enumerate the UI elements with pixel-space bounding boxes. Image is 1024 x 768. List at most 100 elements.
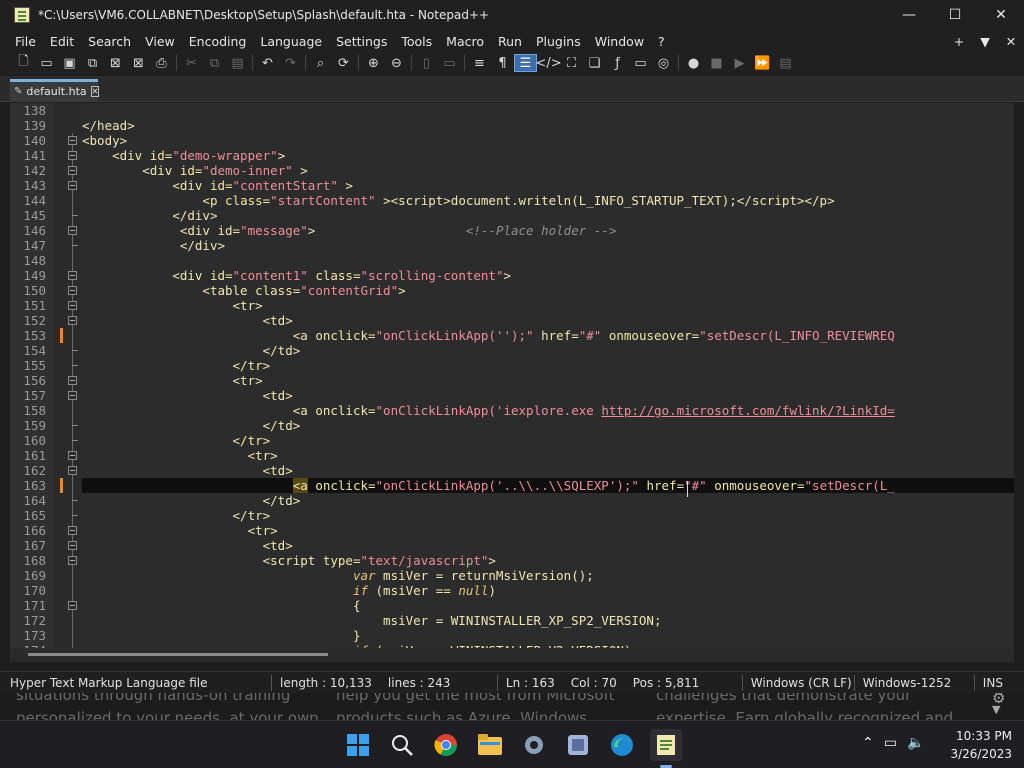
- code-line[interactable]: </td>: [82, 418, 301, 433]
- code-line[interactable]: <td>: [82, 463, 293, 478]
- code-line[interactable]: <tr>: [82, 298, 263, 313]
- zoom-out-icon[interactable]: ⊖: [385, 54, 408, 72]
- paste-icon[interactable]: ▤: [226, 54, 249, 72]
- menu-tools[interactable]: Tools: [394, 34, 439, 49]
- doc-list-icon[interactable]: ❏: [583, 54, 606, 72]
- chevron-up-icon[interactable]: ⌃: [862, 735, 874, 751]
- close-window-button[interactable]: ✕: [978, 0, 1024, 30]
- code-line[interactable]: {: [82, 598, 361, 613]
- code-line[interactable]: <td>: [82, 538, 293, 553]
- horizontal-scrollbar[interactable]: [10, 648, 1014, 662]
- code-line[interactable]: </head>: [82, 118, 135, 133]
- code-line[interactable]: </tr>: [82, 358, 271, 373]
- code-line[interactable]: <tr>: [82, 373, 263, 388]
- save-macro-icon[interactable]: ▤: [774, 54, 797, 72]
- find-icon[interactable]: ⌕: [309, 54, 332, 72]
- menu-plugins[interactable]: Plugins: [529, 34, 588, 49]
- menu-encoding[interactable]: Encoding: [182, 34, 254, 49]
- code-line[interactable]: msiVer = WININSTALLER_XP_SP2_VERSION;: [82, 613, 661, 628]
- fold-toggle[interactable]: [68, 226, 77, 235]
- code-line[interactable]: </tr>: [82, 508, 271, 523]
- code-line[interactable]: <td>: [82, 388, 293, 403]
- tab-close-button[interactable]: ✕: [90, 86, 100, 97]
- status-mode[interactable]: INS: [975, 675, 1011, 691]
- menu-language[interactable]: Language: [253, 34, 329, 49]
- tab-default-hta[interactable]: ✎ default.hta ✕: [10, 79, 100, 101]
- sync-h-icon[interactable]: ▭: [438, 54, 461, 72]
- code-line[interactable]: <td>: [82, 313, 293, 328]
- stop-macro-icon[interactable]: ■: [705, 54, 728, 72]
- code-line[interactable]: <a onclick="onClickLinkApp('..\\..\\SQLE…: [82, 478, 895, 493]
- fold-toggle[interactable]: [68, 286, 77, 295]
- code-line[interactable]: if (msiVer == null): [82, 583, 496, 598]
- save-icon[interactable]: ▣: [58, 54, 81, 72]
- app-button[interactable]: [562, 729, 594, 761]
- code-line[interactable]: var msiVer = returnMsiVersion();: [82, 568, 594, 583]
- code-line[interactable]: </td>: [82, 493, 301, 508]
- new-file-icon[interactable]: 🗋: [12, 54, 35, 72]
- scrollbar-thumb[interactable]: [28, 653, 328, 656]
- record-macro-icon[interactable]: ●: [682, 54, 705, 72]
- fold-toggle[interactable]: [68, 376, 77, 385]
- code-line[interactable]: <div id="demo-wrapper">: [82, 148, 285, 163]
- fold-toggle[interactable]: [68, 181, 77, 190]
- menu-file[interactable]: File: [8, 34, 43, 49]
- volume-icon[interactable]: 🔈: [907, 735, 924, 751]
- redo-icon[interactable]: ↷: [279, 54, 302, 72]
- cut-icon[interactable]: ✂: [180, 54, 203, 72]
- new-tab-button[interactable]: +: [946, 34, 972, 49]
- code-line[interactable]: <a onclick="onClickLinkApp('');" href="#…: [82, 328, 895, 343]
- code-editor[interactable]: 138 139 140 141 142 143 144 145 146 147 148 149 150 1…: [10, 103, 1014, 648]
- monitor-icon[interactable]: ▭: [629, 54, 652, 72]
- edge-button[interactable]: [606, 729, 638, 761]
- menu-search[interactable]: Search: [81, 34, 138, 49]
- menu-settings[interactable]: Settings: [329, 34, 394, 49]
- fold-toggle[interactable]: [68, 166, 77, 175]
- screenshot-icon[interactable]: ◎: [652, 54, 675, 72]
- code-area[interactable]: </head> <body> <div id="demo-wrapper"> <d…: [82, 103, 1014, 648]
- print-icon[interactable]: ⎙: [150, 54, 173, 72]
- save-all-icon[interactable]: ⧉: [81, 54, 104, 72]
- notepad-plus-plus-taskbar-button[interactable]: [650, 729, 682, 761]
- code-line[interactable]: <table class="contentGrid">: [82, 283, 405, 298]
- fold-toggle[interactable]: [68, 151, 77, 160]
- minimize-button[interactable]: —: [886, 0, 932, 30]
- code-line[interactable]: <div id="contentStart" >: [82, 178, 353, 193]
- status-encoding[interactable]: Windows-1252: [855, 674, 975, 691]
- code-line[interactable]: </div>: [82, 208, 217, 223]
- tab-list-button[interactable]: ▼: [972, 34, 998, 49]
- fold-toggle[interactable]: [68, 391, 77, 400]
- clock[interactable]: 10:33 PM 3/26/2023: [950, 727, 1012, 763]
- sync-v-icon[interactable]: ▯: [415, 54, 438, 72]
- close-icon[interactable]: ⊠: [104, 54, 127, 72]
- fold-toggle[interactable]: [68, 301, 77, 310]
- fold-toggle[interactable]: [68, 466, 77, 475]
- code-line[interactable]: <a onclick="onClickLinkApp('iexplore.exe…: [82, 403, 895, 418]
- maximize-button[interactable]: ☐: [932, 0, 978, 30]
- close-all-icon[interactable]: ⊠: [127, 54, 150, 72]
- code-line[interactable]: </div>: [82, 238, 225, 253]
- code-line[interactable]: <div id="demo-inner" >: [82, 163, 308, 178]
- copy-icon[interactable]: ⧉: [203, 54, 226, 72]
- chrome-button[interactable]: [430, 729, 462, 761]
- code-line[interactable]: <p class="startContent" ><script>documen…: [82, 193, 834, 208]
- all-chars-icon[interactable]: ¶: [491, 54, 514, 72]
- fold-toggle[interactable]: [68, 556, 77, 565]
- indent-guide-icon[interactable]: ☰: [514, 54, 537, 72]
- doc-map-icon[interactable]: ⛶: [560, 54, 583, 72]
- fold-toggle[interactable]: [68, 541, 77, 550]
- replace-icon[interactable]: ⟳: [332, 54, 355, 72]
- status-eol[interactable]: Windows (CR LF): [743, 674, 855, 691]
- network-icon[interactable]: ▭: [884, 735, 897, 751]
- zoom-in-icon[interactable]: ⊕: [362, 54, 385, 72]
- search-button[interactable]: [386, 729, 418, 761]
- menu-help[interactable]: ?: [651, 34, 672, 49]
- code-line[interactable]: <div id="content1" class="scrolling-cont…: [82, 268, 511, 283]
- menu-view[interactable]: View: [138, 34, 182, 49]
- file-explorer-button[interactable]: [474, 729, 506, 761]
- code-line[interactable]: <script type="text/javascript">: [82, 553, 496, 568]
- fold-toggle[interactable]: [68, 136, 77, 145]
- code-line[interactable]: <tr>: [82, 448, 278, 463]
- fold-toggle[interactable]: [68, 271, 77, 280]
- menu-edit[interactable]: Edit: [43, 34, 81, 49]
